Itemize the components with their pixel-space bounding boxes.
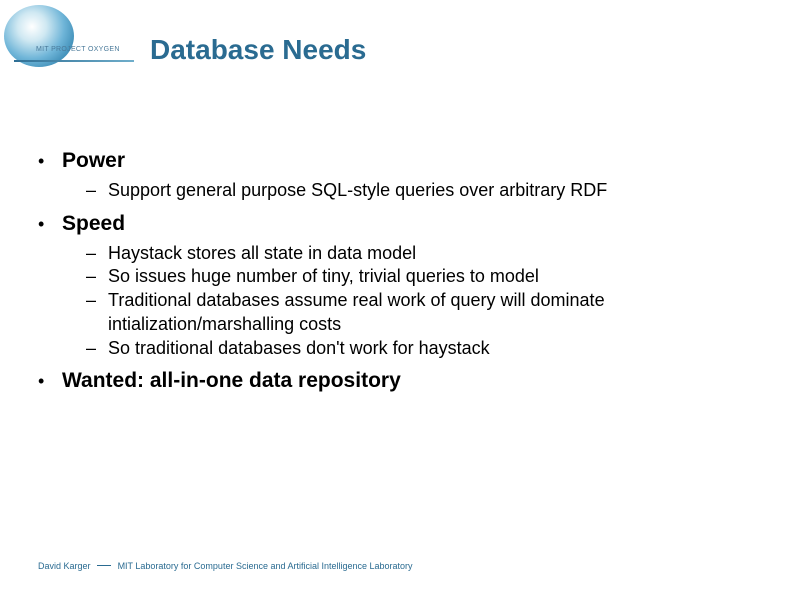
bullet-icon: •: [38, 371, 62, 393]
bullet-icon: •: [38, 151, 62, 173]
bullet-label: Wanted: all-in-one data repository: [62, 368, 401, 395]
bullet-label: Speed: [62, 211, 125, 238]
dash-icon: –: [86, 289, 108, 313]
footer-author: David Karger: [38, 561, 91, 571]
sub-bullet-text: Support general purpose SQL-style querie…: [108, 179, 761, 203]
dash-icon: –: [86, 179, 108, 203]
footer-separator-icon: [97, 565, 111, 566]
slide-title: Database Needs: [150, 34, 366, 66]
logo-underline: [14, 60, 134, 62]
sub-bullet-text: Haystack stores all state in data model: [108, 242, 761, 266]
sub-bullet-text: So traditional databases don't work for …: [108, 337, 761, 361]
bullet-icon: •: [38, 214, 62, 236]
bullet-label: Power: [62, 148, 125, 175]
footer-affiliation: MIT Laboratory for Computer Science and …: [118, 561, 413, 571]
dash-icon: –: [86, 242, 108, 266]
logo-label: MIT PROJECT OXYGEN: [36, 46, 120, 53]
slide-footer: David Karger MIT Laboratory for Computer…: [38, 561, 413, 571]
sub-bullet-text: So issues huge number of tiny, trivial q…: [108, 265, 761, 289]
dash-icon: –: [86, 265, 108, 289]
sub-bullet-text: Traditional databases assume real work o…: [108, 289, 761, 337]
slide-content: • Power – Support general purpose SQL-st…: [38, 148, 761, 395]
logo: MIT PROJECT OXYGEN: [14, 20, 134, 75]
dash-icon: –: [86, 337, 108, 361]
globe-icon: [4, 5, 74, 67]
